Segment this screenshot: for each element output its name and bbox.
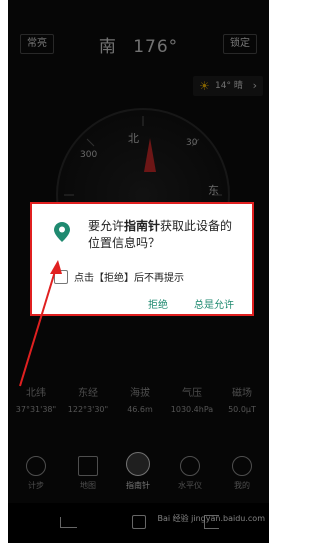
dialog-message: 要允许指南针获取此设备的位置信息吗？ bbox=[88, 218, 238, 252]
dialog-message-prefix: 要允许 bbox=[88, 219, 125, 233]
dont-ask-checkbox[interactable] bbox=[54, 270, 68, 284]
deny-button[interactable]: 拒绝 bbox=[148, 296, 168, 311]
phone-screen: 常亮 南 176° 锁定 ☀ 14° 晴 › 北 东 30 300 北纬 37°… bbox=[8, 0, 269, 543]
dialog-app-name: 指南针 bbox=[124, 219, 161, 233]
location-pin-icon bbox=[54, 222, 70, 242]
dont-ask-label: 点击【拒绝】后不再提示 bbox=[74, 273, 184, 284]
permission-dialog: 要允许指南针获取此设备的位置信息吗？ 点击【拒绝】后不再提示 拒绝 总是允许 bbox=[30, 202, 254, 316]
always-allow-button[interactable]: 总是允许 bbox=[194, 296, 234, 311]
